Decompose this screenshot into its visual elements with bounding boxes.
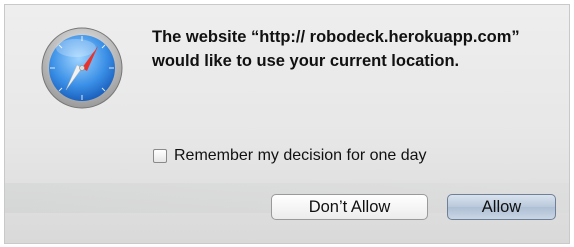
- remember-decision-row[interactable]: Remember my decision for one day: [153, 147, 427, 165]
- safari-compass-icon: [40, 26, 124, 110]
- dont-allow-button[interactable]: Don’t Allow: [271, 194, 428, 220]
- remember-checkbox[interactable]: [153, 149, 167, 163]
- permission-message: The website “http:// robodeck.herokuapp.…: [152, 28, 520, 70]
- location-permission-dialog: The website “http:// robodeck.herokuapp.…: [4, 4, 570, 244]
- allow-button[interactable]: Allow: [447, 194, 556, 220]
- remember-label: Remember my decision for one day: [174, 147, 427, 164]
